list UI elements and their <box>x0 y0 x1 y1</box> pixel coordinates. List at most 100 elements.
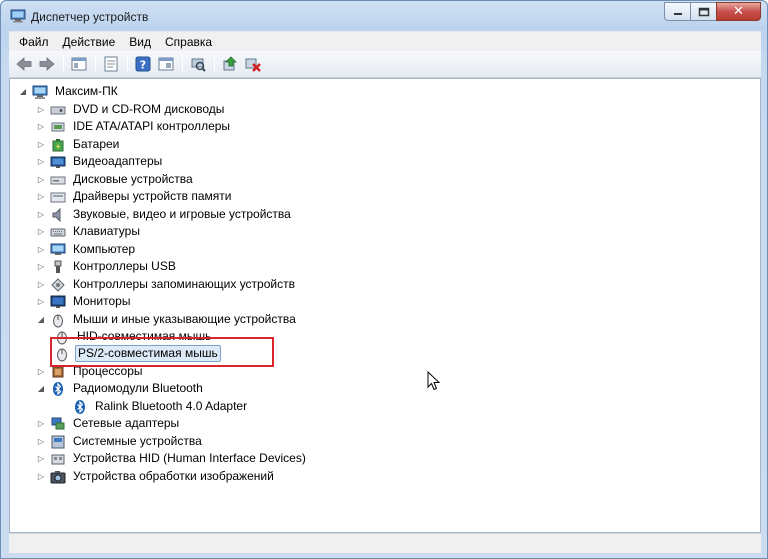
menu-file[interactable]: Файл <box>9 32 56 52</box>
ide-controller-icon <box>50 119 66 135</box>
close-button[interactable]: ✕ <box>716 2 761 21</box>
collapsed-arrow-icon[interactable]: ▷ <box>36 122 46 132</box>
show-hide-tree-button[interactable] <box>68 53 90 75</box>
collapsed-arrow-icon[interactable]: ▷ <box>36 210 46 220</box>
tree-item-ide[interactable]: ▷ IDE ATA/ATAPI контроллеры <box>36 118 232 135</box>
collapsed-arrow-icon[interactable]: ▷ <box>36 454 46 464</box>
minimize-icon <box>673 12 682 15</box>
menu-help[interactable]: Справка <box>158 32 219 52</box>
tree-item-label: Клавиатуры <box>73 224 140 238</box>
maximize-icon <box>698 7 709 16</box>
tree-item-label: IDE ATA/ATAPI контроллеры <box>73 119 231 133</box>
maximize-button[interactable] <box>690 2 716 21</box>
tree-child-ralink-bluetooth[interactable]: Ralink Bluetooth 4.0 Adapter <box>72 398 249 415</box>
collapsed-arrow-icon[interactable]: ▷ <box>36 437 46 447</box>
collapsed-arrow-icon[interactable]: ▷ <box>36 157 46 167</box>
tree-item-label: Дисковые устройства <box>73 172 193 186</box>
collapsed-arrow-icon[interactable]: ▷ <box>36 140 46 150</box>
red-highlight-box <box>50 337 274 367</box>
collapsed-arrow-icon[interactable]: ▷ <box>36 227 46 237</box>
battery-icon <box>50 137 66 153</box>
imaging-device-icon <box>50 469 66 485</box>
collapsed-arrow-icon[interactable]: ▷ <box>36 472 46 482</box>
tree-item-video[interactable]: ▷ Видеоадаптеры <box>36 153 164 170</box>
update-driver-button[interactable] <box>219 53 241 75</box>
tree-item-network[interactable]: ▷ Сетевые адаптеры <box>36 415 181 432</box>
collapsed-arrow-icon[interactable]: ▷ <box>36 175 46 185</box>
collapsed-arrow-icon[interactable]: ▷ <box>36 192 46 202</box>
device-manager-window: Диспетчер устройств ✕ Файл Действие Вид … <box>0 0 768 559</box>
tree-child-label: Ralink Bluetooth 4.0 Adapter <box>95 399 248 413</box>
tree-item-label: Радиомодули Bluetooth <box>73 381 203 395</box>
monitor-icon <box>50 294 66 310</box>
menu-view[interactable]: Вид <box>122 32 158 52</box>
tree-item-mice[interactable]: ◢ Мыши и иные указывающие устройства <box>36 311 298 328</box>
tree-item-imaging[interactable]: ▷ Устройства обработки изображений <box>36 468 276 485</box>
expanded-arrow-icon[interactable]: ◢ <box>18 87 28 97</box>
help-icon: ? <box>135 56 151 72</box>
forward-arrow-icon <box>39 57 55 71</box>
tree-item-system[interactable]: ▷ Системные устройства <box>36 433 204 450</box>
collapsed-arrow-icon[interactable]: ▷ <box>36 280 46 290</box>
tree-item-memory[interactable]: ▷ Драйверы устройств памяти <box>36 188 233 205</box>
uninstall-icon <box>245 58 261 72</box>
collapsed-arrow-icon[interactable]: ▷ <box>36 367 46 377</box>
uninstall-button[interactable] <box>242 53 264 75</box>
tree-item-batteries[interactable]: ▷ Батареи <box>36 136 121 153</box>
toolbar-separator <box>63 55 64 73</box>
toolbar-separator <box>127 55 128 73</box>
tree-item-computer[interactable]: ▷ Компьютер <box>36 241 137 258</box>
title-bar[interactable]: Диспетчер устройств ✕ <box>1 1 767 31</box>
tree-item-label: Компьютер <box>73 242 136 256</box>
computer-icon <box>50 242 66 258</box>
tree-item-label: Устройства обработки изображений <box>73 469 274 483</box>
system-devices-icon <box>50 434 66 450</box>
tree-root-label: Максим-ПК <box>55 84 118 98</box>
expanded-arrow-icon[interactable]: ◢ <box>36 384 46 394</box>
tree-item-dvd[interactable]: ▷ DVD и CD-ROM дисководы <box>36 101 226 118</box>
tree-item-label: Системные устройства <box>73 434 202 448</box>
computer-icon <box>32 84 48 100</box>
minimize-button[interactable] <box>664 2 690 21</box>
hid-icon <box>50 451 66 467</box>
caption-buttons: ✕ <box>664 2 761 21</box>
tree-item-hid[interactable]: ▷ Устройства HID (Human Interface Device… <box>36 450 308 467</box>
tree-item-usb[interactable]: ▷ Контроллеры USB <box>36 258 178 275</box>
back-arrow-icon <box>16 57 32 71</box>
tree-item-disks[interactable]: ▷ Дисковые устройства <box>36 171 195 188</box>
toolbar-separator <box>214 55 215 73</box>
tree-item-storage[interactable]: ▷ Контроллеры запоминающих устройств <box>36 276 297 293</box>
scan-hardware-button[interactable] <box>187 53 209 75</box>
tree-root[interactable]: ◢ Максим-ПК <box>18 83 120 100</box>
speaker-icon <box>50 207 66 223</box>
menu-action[interactable]: Действие <box>56 32 123 52</box>
expanded-arrow-icon[interactable]: ◢ <box>36 315 46 325</box>
collapsed-arrow-icon[interactable]: ▷ <box>36 105 46 115</box>
back-button[interactable] <box>13 53 35 75</box>
tree-item-keyboards[interactable]: ▷ Клавиатуры <box>36 223 142 240</box>
tree-item-monitors[interactable]: ▷ Мониторы <box>36 293 132 310</box>
properties-button[interactable] <box>100 53 122 75</box>
tree-item-bluetooth[interactable]: ◢ Радиомодули Bluetooth <box>36 380 205 397</box>
bluetooth-icon <box>50 381 66 397</box>
view-button[interactable] <box>155 53 177 75</box>
device-tree-panel[interactable]: ◢ Максим-ПК ▷ DVD и CD-ROM дисководы ▷ I… <box>9 78 761 533</box>
collapsed-arrow-icon[interactable]: ▷ <box>36 419 46 429</box>
collapsed-arrow-icon[interactable]: ▷ <box>36 262 46 272</box>
collapsed-arrow-icon[interactable]: ▷ <box>36 297 46 307</box>
device-manager-icon <box>10 9 26 23</box>
toolbar-separator <box>182 55 183 73</box>
forward-button[interactable] <box>36 53 58 75</box>
display-adapter-icon <box>50 154 66 170</box>
scan-hardware-icon <box>191 58 206 72</box>
mouse-icon <box>50 312 66 328</box>
show-hide-tree-icon <box>71 57 87 71</box>
tree-item-sound[interactable]: ▷ Звуковые, видео и игровые устройства <box>36 206 293 223</box>
tree-item-label: Контроллеры запоминающих устройств <box>73 277 295 291</box>
toolbar-separator <box>95 55 96 73</box>
help-button[interactable]: ? <box>132 53 154 75</box>
hard-disk-icon <box>50 172 66 188</box>
mouse-cursor-icon <box>427 370 441 394</box>
collapsed-arrow-icon[interactable]: ▷ <box>36 245 46 255</box>
network-adapter-icon <box>50 416 66 432</box>
